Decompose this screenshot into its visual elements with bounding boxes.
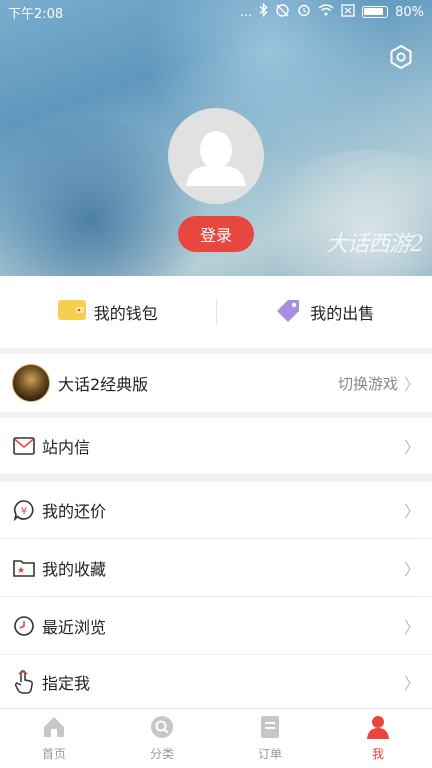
bottom-tab-bar: 首页 分类 订单 我 <box>0 708 432 768</box>
menu-item-inbox[interactable]: 站内信 〉 <box>0 418 432 474</box>
settings-gear-icon[interactable] <box>388 44 414 70</box>
wifi-icon <box>318 4 334 20</box>
game-avatar <box>12 364 50 402</box>
tab-orders[interactable]: 订单 <box>216 709 324 768</box>
my-sales-button[interactable]: 我的出售 <box>217 276 432 348</box>
user-icon <box>366 715 390 742</box>
menu-item-designate-me[interactable]: 指定我 〉 <box>0 655 432 709</box>
pointing-hand-icon <box>12 670 36 694</box>
current-game-row[interactable]: 大话2经典版 切换游戏 〉 <box>0 354 432 412</box>
menu-item-recent[interactable]: 最近浏览 〉 <box>0 597 432 654</box>
favorites-label: 我的收藏 <box>42 559 107 579</box>
chevron-right-icon: 〉 <box>403 438 420 457</box>
search-icon <box>150 715 174 742</box>
yuan-bubble-icon: ¥ <box>12 498 36 522</box>
rotate-lock-icon <box>275 3 290 22</box>
tab-me[interactable]: 我 <box>324 709 432 768</box>
tab-me-label: 我 <box>371 747 384 761</box>
mail-icon <box>12 434 36 458</box>
counteroffers-label: 我的还价 <box>42 502 107 521</box>
tab-orders-label: 订单 <box>257 747 282 761</box>
folder-star-icon <box>12 556 36 580</box>
chevron-right-icon: 〉 <box>403 502 420 521</box>
profile-page: 下午2:08 ... 80% 登录 大话西游2 我的钱包 我的出售 大话2经典版… <box>0 0 432 768</box>
home-icon <box>42 715 66 742</box>
wallet-section: 我的钱包 我的出售 <box>0 276 432 348</box>
tab-home-label: 首页 <box>41 747 66 761</box>
designate-me-label: 指定我 <box>42 674 91 693</box>
chevron-right-icon: 〉 <box>403 674 420 693</box>
chevron-right-icon: 〉 <box>403 375 420 394</box>
login-button[interactable]: 登录 <box>178 216 254 252</box>
game-name: 大话2经典版 <box>58 375 149 394</box>
tab-category-label: 分类 <box>149 747 174 761</box>
chevron-right-icon: 〉 <box>403 559 420 579</box>
battery-icon <box>362 6 389 18</box>
order-icon <box>258 715 282 742</box>
game-logo-watermark: 大话西游2 <box>326 232 424 257</box>
wallet-icon <box>57 299 86 325</box>
switch-game-label: 切换游戏 <box>337 374 398 393</box>
menu-item-counteroffers[interactable]: ¥ 我的还价 〉 <box>0 482 432 538</box>
my-wallet-label: 我的钱包 <box>93 304 158 323</box>
svg-text:¥: ¥ <box>21 506 27 517</box>
bluetooth-icon <box>259 2 268 21</box>
my-sales-label: 我的出售 <box>310 304 375 323</box>
recent-label: 最近浏览 <box>42 617 107 637</box>
price-tag-icon <box>274 296 302 328</box>
more-dots-icon: ... <box>239 4 253 20</box>
clock-icon <box>12 614 36 638</box>
no-sim-icon <box>341 3 355 21</box>
menu-item-favorites[interactable]: 我的收藏 〉 <box>0 539 432 596</box>
battery-percent: 80% <box>395 4 424 20</box>
my-wallet-button[interactable]: 我的钱包 <box>0 276 216 348</box>
alarm-icon <box>297 3 311 21</box>
status-time: 下午2:08 <box>8 6 64 22</box>
switch-game-button[interactable]: 切换游戏 〉 <box>338 371 420 395</box>
profile-banner: 下午2:08 ... 80% 登录 大话西游2 <box>0 0 432 276</box>
avatar[interactable] <box>168 108 264 204</box>
status-bar: 下午2:08 ... 80% <box>0 0 432 24</box>
chevron-right-icon: 〉 <box>403 617 420 637</box>
tab-category[interactable]: 分类 <box>108 709 216 768</box>
inbox-label: 站内信 <box>42 438 91 457</box>
tab-home[interactable]: 首页 <box>0 709 108 768</box>
